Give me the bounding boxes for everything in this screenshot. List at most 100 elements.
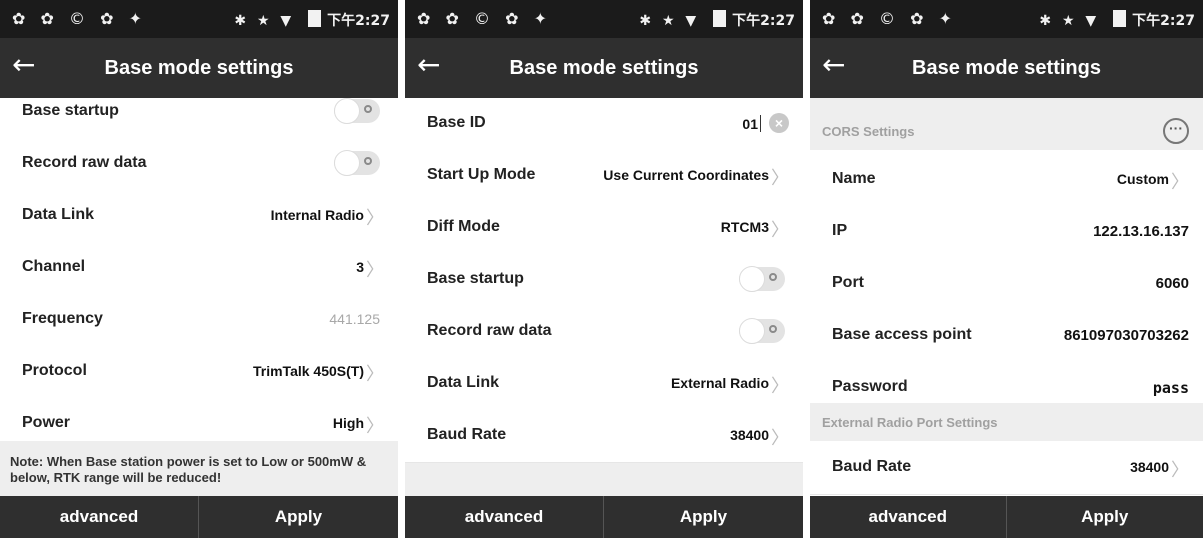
data-link-value: External Radio <box>670 375 769 391</box>
clear-icon[interactable]: × <box>769 113 789 133</box>
chevron-right-icon: 〉 <box>1171 172 1189 193</box>
battery-icon <box>308 10 322 27</box>
apply-button[interactable]: Apply <box>199 496 398 538</box>
row-label: Base startup <box>22 102 119 119</box>
list-top-gap <box>810 98 1203 112</box>
page-title: Base mode settings <box>912 57 1101 79</box>
screen-data-link-settings: ✿ ✿ © ✿ ✦ ✱ ★ ▼ 下午2:27 ← Base mode settin… <box>0 0 398 538</box>
row-label: Base startup <box>427 270 524 287</box>
base-id-input[interactable]: 01 <box>742 115 761 132</box>
row-name[interactable]: Name Custom 〉 <box>810 154 1203 207</box>
row-baud-rate[interactable]: Baud Rate 38400 〉 <box>405 410 803 463</box>
signal-icons: ✱ ★ ▼ <box>234 13 295 29</box>
record-raw-toggle[interactable] <box>334 150 380 176</box>
bottom-bar: advanced Apply <box>405 496 803 538</box>
ip-value: 122.13.16.137 <box>1093 223 1189 240</box>
row-baud-rate[interactable]: Baud Rate 38400 〉 <box>810 442 1203 495</box>
start-up-mode-value: Use Current Coordinates <box>603 167 769 183</box>
row-label: Baud Rate <box>832 458 912 475</box>
password-value: pass <box>1152 379 1189 397</box>
power-value: High <box>332 415 364 431</box>
power-note: Note: When Base station power is set to … <box>0 441 398 496</box>
row-label: Base ID <box>427 114 486 131</box>
section-title: External Radio Port Settings <box>822 415 998 430</box>
status-right: ✱ ★ ▼ 下午2:27 <box>639 10 795 30</box>
text-cursor <box>760 115 761 132</box>
screen-base-settings: ✿ ✿ © ✿ ✦ ✱ ★ ▼ 下午2:27 ← Base mode settin… <box>405 0 803 538</box>
status-time: 下午2:27 <box>327 13 390 29</box>
app-bar: ← Base mode settings <box>405 38 803 98</box>
toggle-knob <box>334 98 360 124</box>
row-label: Record raw data <box>22 154 147 171</box>
chevron-right-icon: 〉 <box>366 208 384 229</box>
base-startup-toggle[interactable] <box>334 98 380 124</box>
list-footer <box>405 463 803 496</box>
chevron-right-icon: 〉 <box>771 168 789 189</box>
screen-cors-settings: ✿ ✿ © ✿ ✦ ✱ ★ ▼ 下午2:27 ← Base mode settin… <box>810 0 1203 538</box>
battery-icon <box>1113 10 1127 27</box>
row-base-startup[interactable]: Base startup <box>405 254 803 307</box>
row-record-raw-data[interactable]: Record raw data <box>405 306 803 359</box>
apply-button[interactable]: Apply <box>1007 496 1203 538</box>
row-data-link[interactable]: Data Link External Radio 〉 <box>405 358 803 411</box>
row-port[interactable]: Port 6060 <box>810 258 1203 311</box>
notification-icons: ✿ ✿ © ✿ ✦ <box>822 9 957 28</box>
row-channel[interactable]: Channel 3 〉 <box>0 242 398 295</box>
chevron-right-icon: 〉 <box>366 416 384 437</box>
row-label: Port <box>832 274 864 291</box>
settings-list[interactable]: Base ID 01 × Start Up Mode Use Current C… <box>405 98 803 496</box>
row-label: Baud Rate <box>427 426 507 443</box>
row-label: Frequency <box>22 310 103 327</box>
row-base-access-point[interactable]: Base access point 861097030703262 <box>810 310 1203 363</box>
status-bar: ✿ ✿ © ✿ ✦ ✱ ★ ▼ 下午2:27 <box>405 0 803 38</box>
channel-value: 3 <box>356 259 364 275</box>
row-label: Diff Mode <box>427 218 500 235</box>
row-base-startup[interactable]: Base startup <box>0 98 398 139</box>
chevron-right-icon: 〉 <box>771 428 789 449</box>
base-id-value: 01 <box>742 116 758 132</box>
baud-rate-value: 38400 <box>1130 459 1169 475</box>
status-time: 下午2:27 <box>732 13 795 29</box>
status-right: ✱ ★ ▼ 下午2:27 <box>1039 10 1195 30</box>
row-label: Data Link <box>22 206 95 223</box>
row-label: Channel <box>22 258 86 275</box>
frequency-value: 441.125 <box>329 311 380 327</box>
record-raw-toggle[interactable] <box>739 318 785 344</box>
advanced-button[interactable]: advanced <box>0 496 199 538</box>
section-cors: CORS Settings ··· <box>810 112 1203 150</box>
chevron-right-icon: 〉 <box>366 260 384 281</box>
row-label: Record raw data <box>427 322 552 339</box>
settings-list[interactable]: CORS Settings ··· Name Custom 〉 IP 122.1… <box>810 98 1203 496</box>
apply-button[interactable]: Apply <box>604 496 803 538</box>
toggle-off-icon <box>364 105 372 113</box>
more-options-icon[interactable]: ··· <box>1163 118 1189 144</box>
row-data-link[interactable]: Data Link Internal Radio 〉 <box>0 190 398 243</box>
row-ip[interactable]: IP 122.13.16.137 <box>810 206 1203 259</box>
row-label: Protocol <box>22 362 87 379</box>
notification-icons: ✿ ✿ © ✿ ✦ <box>12 9 147 28</box>
toggle-off-icon <box>769 325 777 333</box>
status-time: 下午2:27 <box>1132 13 1195 29</box>
access-point-value: 861097030703262 <box>1063 327 1189 344</box>
advanced-button[interactable]: advanced <box>405 496 604 538</box>
chevron-right-icon: 〉 <box>366 364 384 385</box>
row-protocol[interactable]: Protocol TrimTalk 450S(T) 〉 <box>0 346 398 399</box>
toggle-knob <box>739 318 765 344</box>
advanced-button[interactable]: advanced <box>810 496 1007 538</box>
row-label: Start Up Mode <box>427 166 536 183</box>
app-bar: ← Base mode settings <box>0 38 398 98</box>
settings-list[interactable]: Base startup Record raw data Data Link I… <box>0 98 398 496</box>
section-external-radio: External Radio Port Settings <box>810 403 1203 441</box>
row-start-up-mode[interactable]: Start Up Mode Use Current Coordinates 〉 <box>405 150 803 203</box>
row-base-id[interactable]: Base ID 01 × <box>405 98 803 151</box>
row-diff-mode[interactable]: Diff Mode RTCM3 〉 <box>405 202 803 255</box>
row-record-raw-data[interactable]: Record raw data <box>0 138 398 191</box>
notification-icons: ✿ ✿ © ✿ ✦ <box>417 9 552 28</box>
toggle-knob <box>334 150 360 176</box>
signal-icons: ✱ ★ ▼ <box>639 13 700 29</box>
chevron-right-icon: 〉 <box>1171 460 1189 481</box>
row-label: IP <box>832 222 848 239</box>
row-frequency: Frequency 441.125 <box>0 294 398 347</box>
page-title: Base mode settings <box>509 57 699 79</box>
base-startup-toggle[interactable] <box>739 266 785 292</box>
